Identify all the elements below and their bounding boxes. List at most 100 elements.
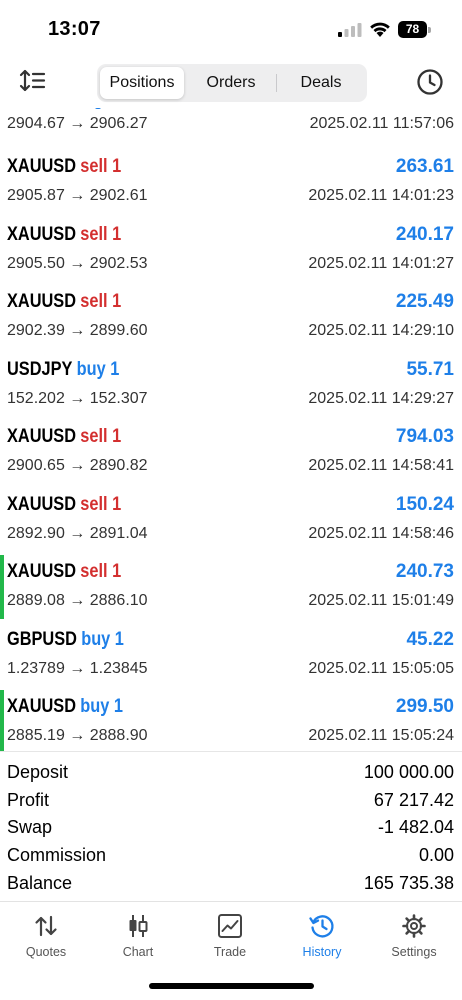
tab-label: History: [302, 945, 342, 959]
deal-time: 2025.02.11 14:01:27: [308, 255, 454, 272]
deal-time: 2025.02.11 14:29:10: [308, 322, 454, 339]
partial-label: [95, 108, 101, 109]
clock-icon[interactable]: [416, 68, 444, 96]
deal-title: XAUUSD sell 1: [7, 561, 121, 583]
deal-side: sell 1: [80, 224, 122, 245]
deal-profit: 45.22: [406, 629, 454, 650]
deal-symbol: XAUUSD: [7, 494, 77, 515]
summary-value: -1 482.04: [377, 817, 454, 837]
tab-label: Chart: [122, 945, 154, 959]
summary-commission: Commission 0.00: [0, 841, 462, 869]
tab-quotes[interactable]: Quotes: [0, 910, 92, 970]
deal-title: XAUUSD sell 1: [7, 156, 121, 178]
summary-value: 100 000.00: [363, 762, 454, 782]
list-item[interactable]: XAUUSD buy 1 299.50 2885.19 → 2888.90 202…: [0, 688, 462, 751]
tab-orders[interactable]: Orders: [186, 67, 276, 99]
deal-title: GBPUSD buy 1: [7, 629, 124, 651]
list-item[interactable]: GBPUSD buy 1 45.22 1.23789 → 1.23845 2025…: [0, 621, 462, 689]
deal-time: 2025.02.11 15:05:24: [308, 727, 454, 744]
tab-label: Settings: [391, 945, 437, 959]
deal-time: 2025.02.11 14:01:23: [308, 187, 454, 204]
list-item[interactable]: XAUUSD sell 1 240.73 2889.08 → 2886.10 20…: [0, 553, 462, 621]
battery-icon: 78: [398, 21, 432, 38]
summary-value: 67 217.42: [373, 790, 454, 810]
deal-symbol: GBPUSD: [7, 629, 77, 650]
tab-chart[interactable]: Chart: [92, 910, 184, 970]
deal-prices: 2900.65 → 2890.82: [7, 457, 148, 474]
summary-value: 165 735.38: [363, 873, 454, 893]
deal-time: 2025.02.11 14:58:41: [308, 457, 454, 474]
tab-deals[interactable]: Deals: [277, 67, 365, 99]
summary-label: Swap: [7, 817, 53, 837]
deal-side: sell 1: [80, 426, 122, 447]
list-item[interactable]: XAUUSD sell 1 794.03 2900.65 → 2890.82 20…: [0, 418, 462, 486]
deal-profit: 263.61: [395, 156, 454, 177]
deal-time: 2025.02.11 15:01:49: [308, 592, 454, 609]
deal-symbol: XAUUSD: [7, 291, 77, 312]
deal-symbol: USDJPY: [7, 359, 73, 380]
deal-prices: 152.202 → 152.307: [7, 390, 148, 407]
deal-title: XAUUSD sell 1: [7, 494, 121, 516]
deal-prices: 2889.08 → 2886.10: [7, 592, 148, 609]
deal-symbol: XAUUSD: [7, 696, 77, 717]
deal-prices: 2905.87 → 2902.61: [7, 187, 148, 204]
deals-list[interactable]: 2904.67 → 2906.27 2025.02.11 11:57:06 XA…: [0, 108, 462, 751]
segmented-control: Positions Orders Deals: [97, 64, 367, 102]
deal-title: XAUUSD buy 1: [7, 696, 123, 718]
summary-label: Balance: [7, 873, 73, 893]
history-icon: [309, 915, 334, 938]
account-summary: Deposit 100 000.00 Profit 67 217.42 Swap…: [0, 751, 462, 901]
status-time: 13:07: [48, 18, 101, 40]
tab-label: Trade: [213, 945, 247, 959]
summary-label: Commission: [7, 845, 107, 865]
candlestick-icon: [129, 915, 148, 937]
list-item[interactable]: XAUUSD sell 1 225.49 2902.39 → 2899.60 20…: [0, 283, 462, 351]
deal-title: XAUUSD sell 1: [7, 224, 121, 246]
tab-settings[interactable]: Settings: [368, 910, 460, 970]
tab-history[interactable]: History: [276, 910, 368, 970]
wifi-icon: [370, 22, 390, 37]
list-item[interactable]: XAUUSD sell 1 150.24 2892.90 → 2891.04 20…: [0, 486, 462, 554]
deal-symbol: XAUUSD: [7, 561, 77, 582]
deal-prices: 2892.90 → 2891.04: [7, 525, 148, 542]
tab-positions[interactable]: Positions: [100, 67, 184, 99]
deal-time: 2025.02.11 11:57:06: [309, 115, 454, 132]
deal-side: sell 1: [80, 494, 122, 515]
tab-label: Quotes: [25, 945, 67, 959]
deal-side: sell 1: [80, 156, 122, 177]
home-indicator: [149, 983, 314, 989]
summary-profit: Profit 67 217.42: [0, 786, 462, 814]
deal-prices: 2885.19 → 2888.90: [7, 727, 148, 744]
battery-cap: [428, 27, 431, 33]
deal-time: 2025.02.11 14:58:46: [308, 525, 454, 542]
deal-side: sell 1: [80, 561, 122, 582]
deal-profit: 240.17: [395, 224, 454, 245]
deal-profit: 55.71: [406, 359, 454, 380]
list-item[interactable]: XAUUSD sell 1 240.17 2905.50 → 2902.53 20…: [0, 216, 462, 284]
list-item[interactable]: 2904.67 → 2906.27 2025.02.11 11:57:06: [0, 108, 462, 150]
deal-prices: 2904.67 → 2906.27: [7, 115, 148, 132]
list-item[interactable]: USDJPY buy 1 55.71 152.202 → 152.307 2025…: [0, 351, 462, 419]
summary-label: Deposit: [7, 762, 69, 782]
deal-profit: 240.73: [395, 561, 454, 582]
tab-trade[interactable]: Trade: [184, 910, 276, 970]
deal-prices: 2905.50 → 2902.53: [7, 255, 148, 272]
list-item[interactable]: XAUUSD sell 1 263.61 2905.87 → 2902.61 20…: [0, 148, 462, 216]
deal-symbol: XAUUSD: [7, 224, 77, 245]
status-bar: 13:07 78: [0, 0, 462, 56]
deal-profit: 299.50: [395, 696, 454, 717]
summary-deposit: Deposit 100 000.00: [0, 758, 462, 786]
deal-side: buy 1: [76, 359, 120, 380]
top-bar: Positions Orders Deals: [0, 56, 462, 108]
cellular-signal-icon: [338, 23, 362, 37]
summary-label: Profit: [7, 790, 50, 810]
deal-time: 2025.02.11 14:29:27: [308, 390, 454, 407]
deal-symbol: XAUUSD: [7, 426, 77, 447]
trade-chart-icon: [218, 914, 242, 938]
deal-profit: 794.03: [395, 426, 454, 447]
deal-title: USDJPY buy 1: [7, 359, 119, 381]
deal-side: buy 1: [81, 629, 124, 650]
position-marker: [0, 555, 4, 619]
deal-side: buy 1: [80, 696, 123, 717]
sort-icon[interactable]: [18, 68, 46, 94]
